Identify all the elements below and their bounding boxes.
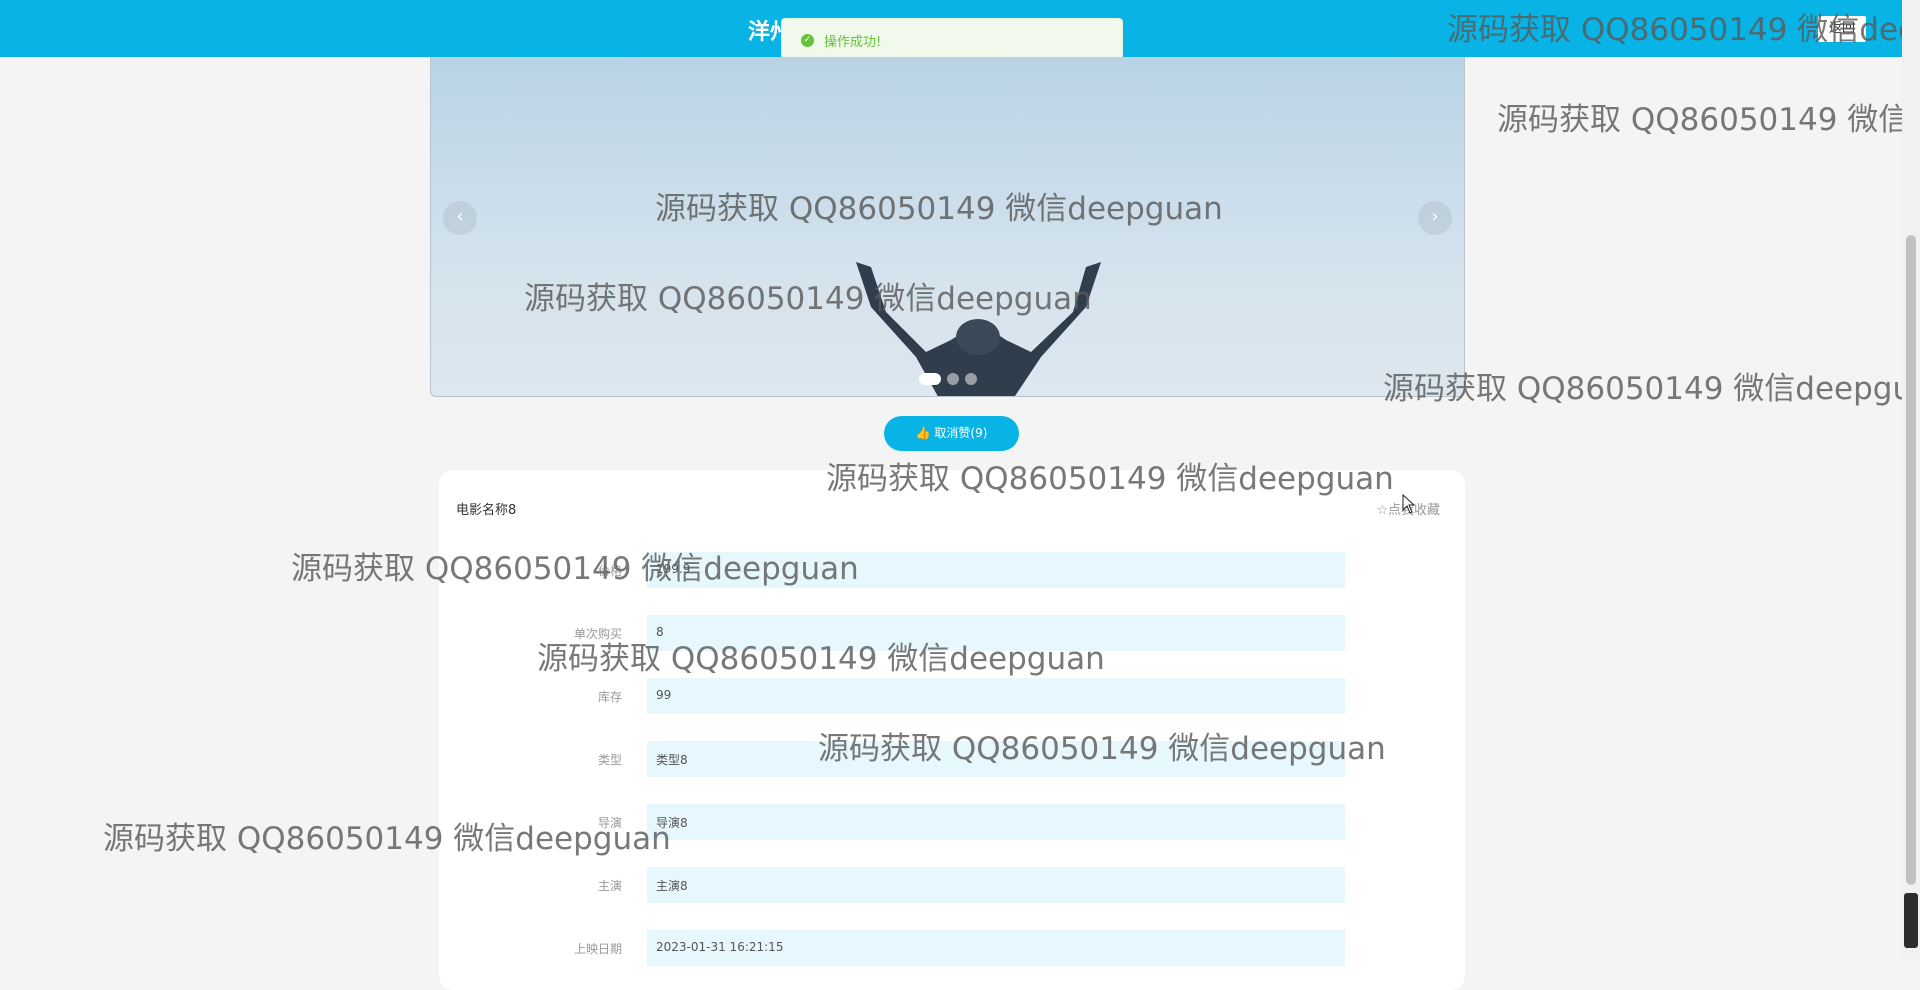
like-button-label: 取消赞(9) [934, 426, 988, 440]
field-value: 99 [647, 678, 1345, 714]
thumbs-up-icon: 👍 [915, 426, 931, 440]
success-toast: ✓ 操作成功! [781, 18, 1123, 60]
watermark: 源码获取 QQ86050149 微信deepguan [1497, 102, 1920, 138]
toast-message: 操作成功! [824, 35, 882, 50]
check-circle-icon: ✓ [801, 34, 814, 47]
watermark: 源码获取 QQ86050149 微信deepguan [826, 461, 1394, 497]
carousel-next-button[interactable]: › [1418, 201, 1452, 235]
scrollbar-thumb[interactable] [1906, 235, 1916, 885]
field-value: 导演8 [647, 804, 1345, 840]
scroll-indicator [1904, 893, 1918, 948]
field-label: 上映日期 [573, 942, 622, 956]
movie-name: 电影名称8 [456, 503, 517, 518]
field-row-cast: 主演 主演8 [439, 867, 1465, 903]
watermark: 源码获取 QQ86050149 微信deepguan [818, 731, 1386, 767]
watermark: 源码获取 QQ86050149 微信deepguan [1383, 371, 1920, 407]
page-scrollbar[interactable] [1902, 0, 1920, 960]
carousel-dot-1[interactable] [919, 373, 941, 385]
field-label: 库存 [597, 690, 622, 704]
watermark: 源码获取 QQ86050149 微信deepguan [524, 281, 1092, 317]
watermark: 源码获取 QQ86050149 微信deepguan [537, 641, 1105, 677]
field-value: 主演8 [647, 867, 1345, 903]
field-label: 主演 [597, 879, 622, 893]
watermark: 源码获取 QQ86050149 微信deepguan [291, 551, 859, 587]
carousel-prev-button[interactable]: ‹ [443, 201, 477, 235]
watermark: 源码获取 QQ86050149 微信deepguan [655, 191, 1223, 227]
unlike-button[interactable]: 👍 取消赞(9) [884, 416, 1019, 451]
carousel-indicators [919, 373, 977, 385]
field-label: 类型 [597, 753, 622, 767]
watermark: 源码获取 QQ86050149 微信deepguan [103, 821, 671, 857]
carousel-dot-2[interactable] [947, 373, 959, 385]
mouse-cursor-icon [1402, 494, 1416, 514]
watermark: 源码获取 QQ86050149 微信deepguan [1447, 12, 1920, 48]
field-value: 2023-01-31 16:21:15 [647, 930, 1345, 966]
field-row-stock: 库存 99 [439, 678, 1465, 714]
carousel-dot-3[interactable] [965, 373, 977, 385]
field-row-release-date: 上映日期 2023-01-31 16:21:15 [439, 930, 1465, 966]
